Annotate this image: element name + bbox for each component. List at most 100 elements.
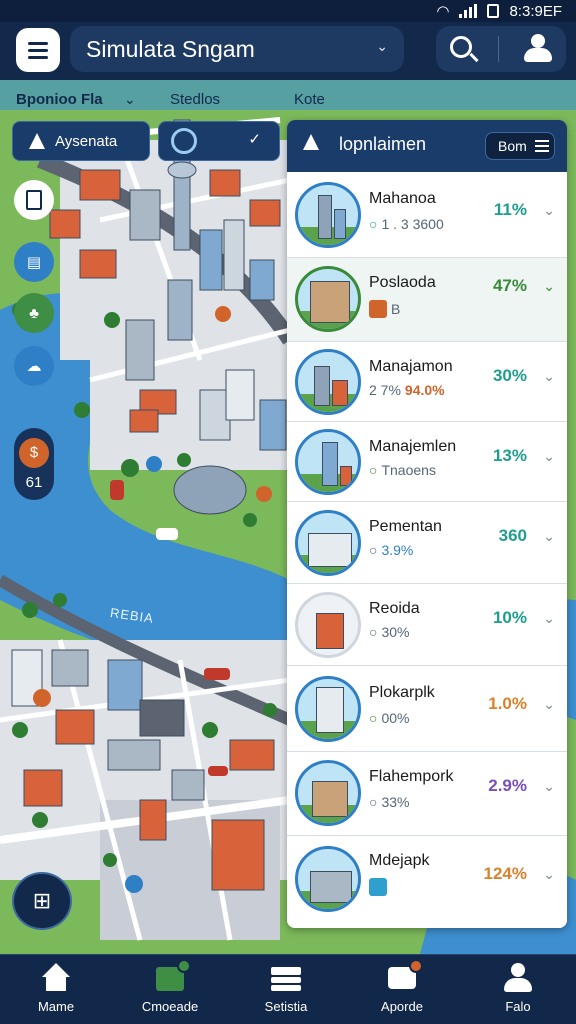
item-name: Pementan — [369, 518, 442, 535]
document-button[interactable] — [14, 180, 54, 220]
compass-chip[interactable]: ✓ — [158, 121, 280, 161]
item-sub-text: 33% — [381, 794, 410, 810]
item-sub — [369, 878, 391, 896]
nav-profile[interactable]: Falo — [470, 963, 566, 1014]
nav-home[interactable]: Mame — [8, 963, 104, 1014]
sort-button[interactable]: Bom — [485, 132, 555, 160]
chat-button[interactable]: ☁ — [14, 346, 54, 386]
list-item[interactable]: Manajamon 2 7% 94.0% 30% ⌄ — [287, 342, 567, 422]
app-header: Simulata Sngam ⌄ — [0, 22, 576, 80]
nav-label: Falo — [505, 999, 531, 1014]
chevron-down-icon[interactable]: ⌄ — [543, 278, 555, 295]
message-icon — [385, 959, 423, 993]
chevron-down-icon[interactable]: ⌄ — [543, 610, 555, 627]
chevron-down-icon[interactable]: ⌄ — [543, 448, 555, 465]
hamburger-line — [28, 48, 48, 52]
dollar-icon: $ — [19, 437, 49, 468]
tag-icon — [369, 300, 387, 318]
info-icon: ○ — [369, 542, 378, 558]
menu-button[interactable] — [16, 28, 60, 72]
item-percent: 10% — [492, 608, 527, 627]
building-thumbnail — [295, 676, 361, 742]
build-button[interactable]: ⊞ — [12, 872, 72, 930]
item-sub: 2 7% 94.0% — [369, 382, 445, 398]
nav-label: Setistia — [264, 999, 308, 1014]
chevron-down-icon[interactable]: ⌄ — [543, 778, 555, 795]
item-sub-text: Tnaoens — [381, 462, 436, 478]
chevron-down-icon[interactable]: ⌄ — [543, 866, 555, 883]
filter-second[interactable]: Stedlos — [170, 91, 220, 108]
item-sub: ○ 00% — [369, 710, 410, 726]
item-percent: 47% — [492, 276, 527, 295]
item-sub: ○ 33% — [369, 794, 410, 810]
search-icon[interactable] — [450, 36, 472, 58]
nav-label: Cmoeade — [141, 999, 199, 1014]
item-percent: 360 — [498, 526, 527, 545]
building-thumbnail — [295, 510, 361, 576]
item-name: Flahempork — [369, 768, 454, 785]
chevron-down-icon[interactable]: ⌄ — [543, 202, 555, 219]
item-name: Plokarplk — [369, 684, 435, 701]
list-item[interactable]: Mdejapk 124% ⌄ — [287, 836, 567, 928]
chevron-down-icon[interactable]: ⌄ — [543, 696, 555, 713]
item-sub-highlight: 94.0% — [404, 382, 445, 398]
chat-icon: ☁ — [26, 358, 42, 375]
list-item[interactable]: Poslaoda B 47% ⌄ — [287, 258, 567, 342]
calendar-button[interactable]: ▤ — [14, 242, 54, 282]
building-thumbnail — [295, 266, 361, 332]
layer-chip-label: Aysenata — [55, 132, 118, 150]
city-selector[interactable]: Simulata Sngam ⌄ — [70, 26, 404, 72]
chevron-down-icon[interactable]: ⌄ — [124, 91, 136, 108]
item-sub: ○ Tnaoens — [369, 462, 436, 478]
panel-header: lopnlaimen Bom — [287, 120, 567, 172]
item-sub-text: B — [391, 301, 401, 317]
tag-icon — [369, 878, 387, 896]
zone-button[interactable]: ♣ — [14, 293, 54, 333]
chevron-down-icon[interactable]: ⌄ — [543, 368, 555, 385]
budget-widget[interactable]: $ 61 — [14, 428, 54, 500]
list-item[interactable]: Plokarplk ○ 00% 1.0% ⌄ — [287, 666, 567, 752]
filter-row: Bponioo Fla ⌄ Stedlos Kote — [0, 86, 576, 116]
info-icon: ○ — [369, 624, 378, 640]
layer-chip[interactable]: Aysenata — [12, 121, 150, 161]
list-icon — [534, 140, 549, 152]
check-icon: ✓ — [248, 131, 261, 148]
item-name: Poslaoda — [369, 274, 436, 291]
stack-icon — [269, 963, 303, 993]
profile-icon[interactable] — [522, 34, 554, 64]
divider — [498, 36, 499, 62]
nav-create[interactable]: Cmoeade — [122, 959, 218, 1014]
item-name: Manajamon — [369, 358, 453, 375]
list-item[interactable]: Flahempork ○ 33% 2.9% ⌄ — [287, 752, 567, 836]
warning-icon — [29, 133, 45, 149]
item-name: Manajemlen — [369, 438, 457, 455]
list-item[interactable]: Mahanoa ○ 1 . 3 3600 11% ⌄ — [287, 172, 567, 258]
list-item[interactable]: Manajemlen ○ Tnaoens 13% ⌄ — [287, 422, 567, 502]
filter-first[interactable]: Bponioo Fla — [16, 91, 103, 108]
item-sub-text: 3.9% — [381, 542, 414, 558]
item-sub: ○ 1 . 3 3600 — [369, 216, 444, 232]
item-percent: 124% — [483, 864, 527, 883]
list-item[interactable]: Pementan ○ 3.9% 360 ⌄ — [287, 502, 567, 584]
item-name: Mdejapk — [369, 852, 430, 869]
filter-third[interactable]: Kote — [294, 91, 325, 108]
district-panel: lopnlaimen Bom Mahanoa ○ 1 . 3 3600 11% ⌄… — [287, 120, 567, 928]
building-thumbnail — [295, 182, 361, 248]
building-thumbnail — [295, 429, 361, 495]
info-icon: ○ — [369, 462, 378, 478]
battery-icon — [487, 4, 500, 18]
compass-icon — [171, 128, 197, 154]
signal-icon — [459, 4, 478, 18]
chevron-down-icon[interactable]: ⌄ — [543, 528, 555, 545]
bottom-nav: Mame Cmoeade Setistia Aporde Falo — [0, 954, 576, 1024]
nav-reports[interactable]: Aporde — [354, 959, 450, 1014]
item-sub-text: 30% — [381, 624, 410, 640]
cube-icon — [153, 959, 191, 993]
nav-label: Mame — [37, 999, 75, 1014]
list-item[interactable]: Reoida ○ 30% 10% ⌄ — [287, 584, 567, 666]
nav-stats[interactable]: Setistia — [238, 963, 334, 1014]
item-percent: 30% — [492, 366, 527, 385]
budget-value: 61 — [25, 473, 43, 491]
tree-icon: ♣ — [29, 304, 39, 322]
item-sub: B — [369, 300, 400, 318]
